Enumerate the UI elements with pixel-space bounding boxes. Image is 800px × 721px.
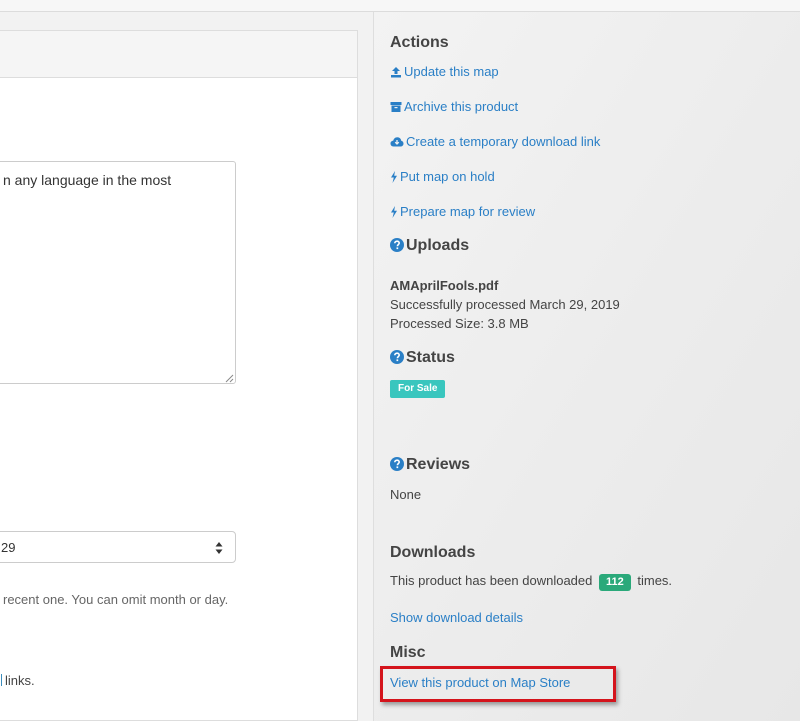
prepare-review-link[interactable]: Prepare map for review bbox=[390, 204, 535, 219]
select-arrows-icon bbox=[215, 542, 223, 554]
update-map-link[interactable]: Update this map bbox=[390, 64, 499, 79]
date-select-value: 29 bbox=[1, 540, 16, 555]
downloads-count-badge: 112 bbox=[599, 574, 631, 591]
links-help-text: links. bbox=[5, 673, 35, 688]
temp-download-label: Create a temporary download link bbox=[406, 134, 601, 149]
reviews-heading: Reviews bbox=[390, 456, 470, 474]
misc-heading: Misc bbox=[390, 644, 426, 661]
archive-product-label: Archive this product bbox=[404, 99, 519, 114]
cloud-download-icon bbox=[390, 137, 404, 147]
status-heading: Status bbox=[390, 349, 455, 367]
question-circle-icon[interactable] bbox=[390, 238, 404, 252]
top-bar bbox=[0, 0, 800, 12]
archive-icon bbox=[390, 102, 402, 112]
links-help: links. bbox=[1, 673, 35, 688]
put-on-hold-link[interactable]: Put map on hold bbox=[390, 169, 495, 184]
downloads-heading: Downloads bbox=[390, 544, 476, 561]
reviews-title: Reviews bbox=[406, 456, 471, 473]
upload-filename: AMAprilFools.pdf bbox=[390, 278, 499, 293]
link-fragment[interactable] bbox=[1, 674, 2, 686]
archive-product-link[interactable]: Archive this product bbox=[390, 99, 518, 114]
bolt-icon bbox=[391, 171, 397, 183]
status-title: Status bbox=[406, 349, 455, 366]
downloads-text-after: times. bbox=[637, 573, 673, 588]
put-on-hold-label: Put map on hold bbox=[400, 169, 495, 184]
bolt-icon bbox=[391, 206, 397, 218]
panel-header bbox=[0, 31, 357, 78]
uploads-title: Uploads bbox=[406, 237, 470, 254]
actions-heading: Actions bbox=[390, 34, 449, 51]
prepare-review-label: Prepare map for review bbox=[400, 204, 536, 219]
date-select[interactable]: 29 bbox=[0, 531, 236, 563]
temp-download-link[interactable]: Create a temporary download link bbox=[390, 134, 600, 149]
highlight-box bbox=[380, 666, 616, 702]
edit-form-panel: n any language in the most 29 recent one… bbox=[0, 30, 358, 721]
reviews-value: None bbox=[390, 487, 422, 502]
downloads-count-text: This product has been downloaded 112 tim… bbox=[390, 573, 672, 591]
downloads-text-before: This product has been downloaded bbox=[390, 573, 593, 588]
upload-icon bbox=[391, 67, 401, 78]
upload-processed-size: Processed Size: 3.8 MB bbox=[390, 316, 529, 331]
description-textarea[interactable]: n any language in the most bbox=[0, 161, 236, 384]
show-download-details-link[interactable]: Show download details bbox=[390, 610, 523, 625]
upload-processed-status: Successfully processed March 29, 2019 bbox=[390, 297, 620, 312]
question-circle-icon[interactable] bbox=[390, 457, 404, 471]
status-badge-label: For Sale bbox=[390, 380, 446, 398]
date-help-text: recent one. You can omit month or day. bbox=[3, 592, 229, 607]
uploads-heading: Uploads bbox=[390, 237, 469, 255]
question-circle-icon[interactable] bbox=[390, 350, 404, 364]
update-map-label: Update this map bbox=[404, 64, 499, 79]
resize-grip-icon[interactable] bbox=[224, 373, 234, 383]
status-badge: For Sale bbox=[390, 378, 446, 398]
